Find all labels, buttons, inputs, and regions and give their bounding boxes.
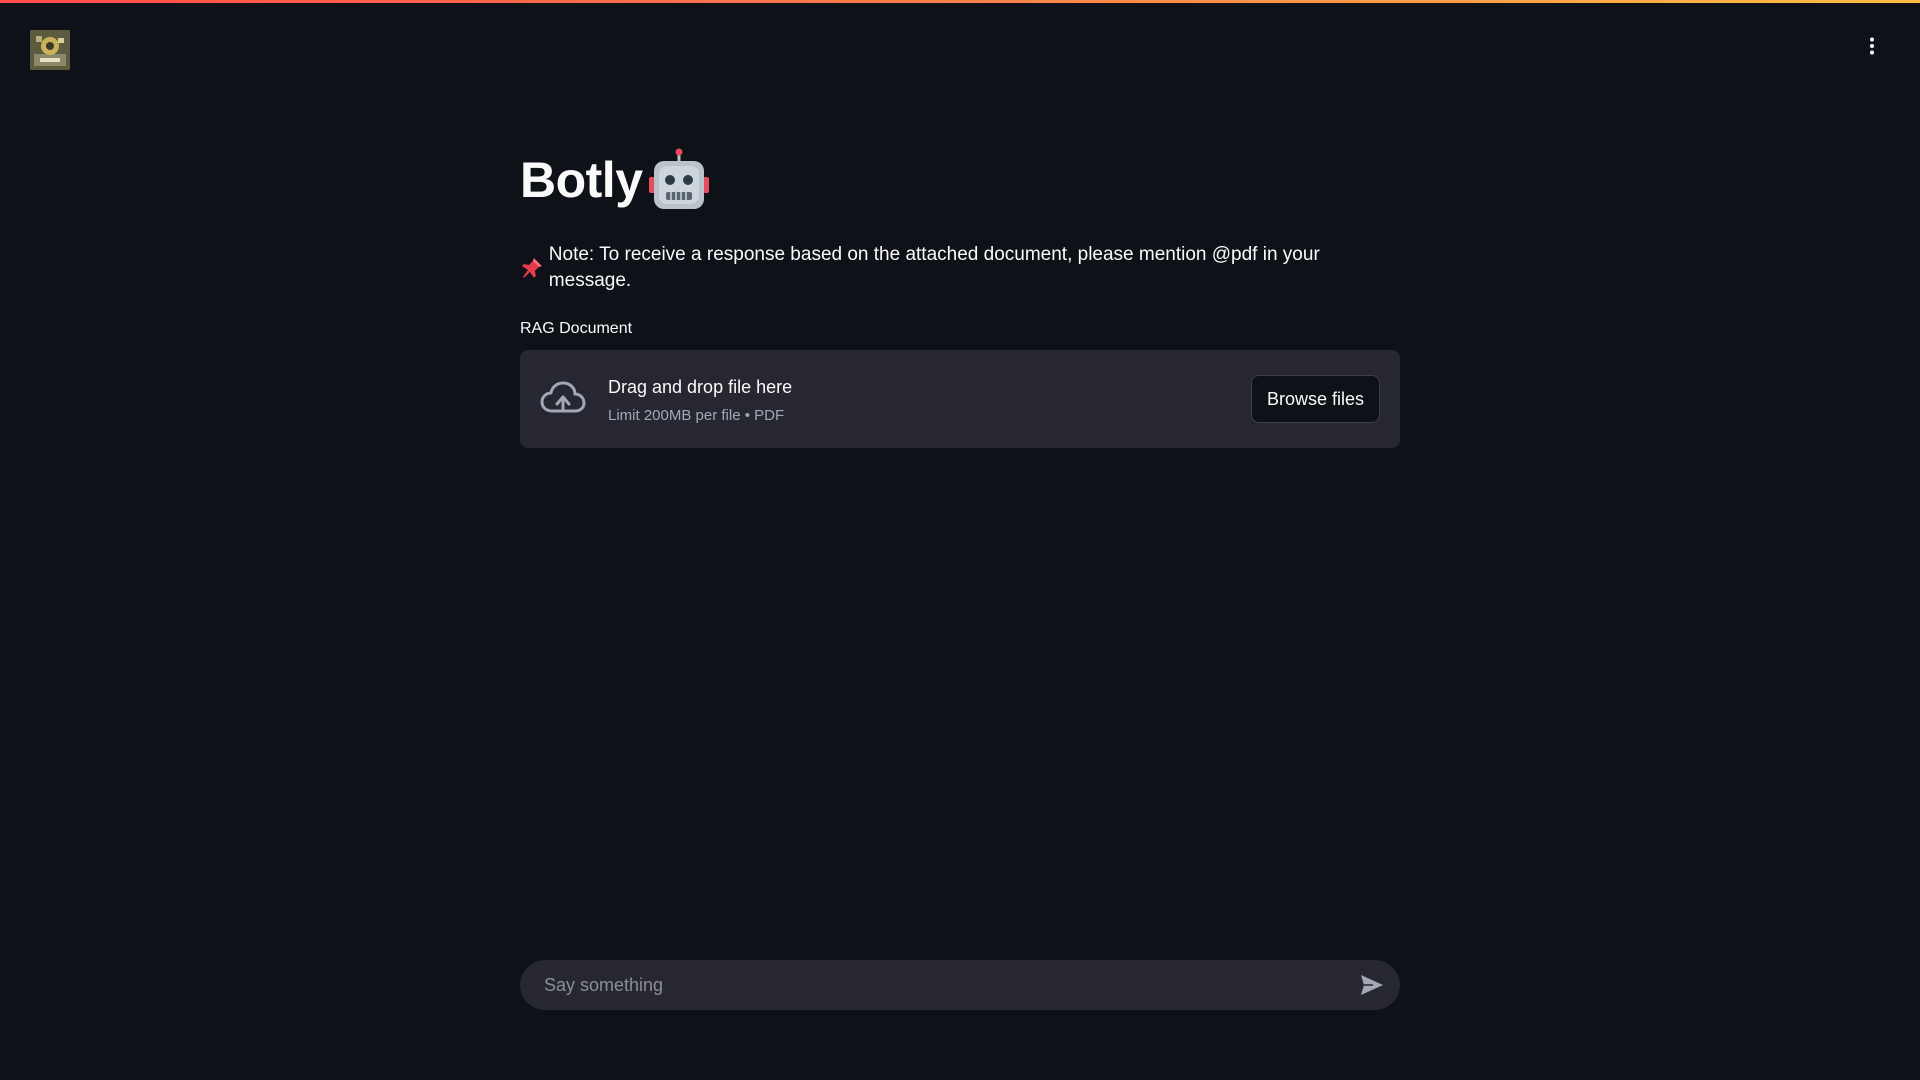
dropzone-text: Drag and drop file here Limit 200MB per … — [608, 375, 1251, 424]
app-logo — [30, 30, 70, 70]
robot-face-icon — [648, 148, 709, 209]
chat-input-container — [520, 960, 1400, 1010]
pushpin-icon — [521, 258, 542, 278]
main-content: Botly Note: To receive a response based … — [520, 140, 1400, 448]
dropzone-limit: Limit 200MB per file • PDF — [608, 406, 785, 424]
main-menu-button[interactable] — [1856, 30, 1888, 62]
send-button[interactable] — [1358, 971, 1386, 999]
title-row: Botly — [520, 140, 1400, 220]
chat-input[interactable] — [542, 973, 1358, 997]
page-title: Botly — [520, 152, 643, 208]
note-paragraph: Note: To receive a response based on the… — [520, 242, 1400, 294]
cloud-upload-icon — [540, 381, 586, 413]
file-dropzone[interactable]: Drag and drop file here Limit 200MB per … — [520, 350, 1400, 448]
send-icon — [1361, 975, 1383, 995]
dropzone-instructions: Drag and drop file here — [608, 376, 793, 397]
uploader-label: RAG Document — [520, 320, 633, 337]
note-text: Note: To receive a response based on the… — [548, 244, 1320, 291]
browse-files-button[interactable]: Browse files — [1250, 375, 1380, 423]
vertical-ellipsis-icon — [1870, 37, 1874, 55]
header-decoration-bar — [0, 0, 1920, 3]
